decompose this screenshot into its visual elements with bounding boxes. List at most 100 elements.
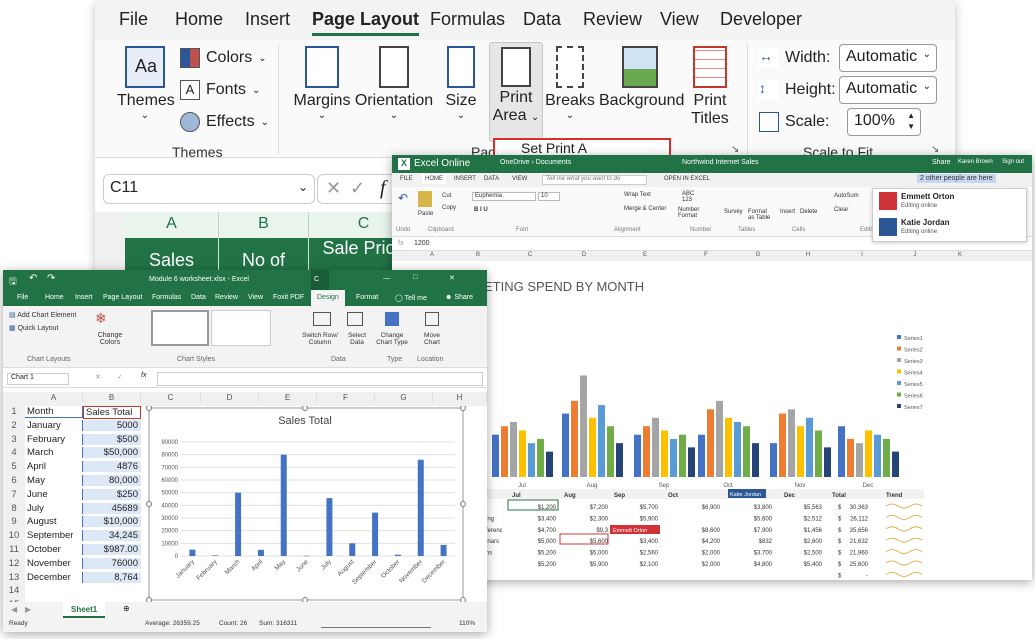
tab-file[interactable]: File (119, 9, 148, 30)
tab-data[interactable]: Data (523, 9, 561, 30)
menu-insert[interactable]: INSERT (454, 176, 476, 182)
tab-foxit-pdf[interactable]: Foxit PDF (273, 294, 304, 301)
paste-icon[interactable] (418, 191, 432, 207)
tab-developer[interactable]: Developer (720, 9, 802, 30)
column-header-h[interactable]: H (782, 252, 834, 258)
cell-month[interactable]: November (25, 557, 83, 569)
confirm-icon[interactable]: ✓ (350, 178, 365, 199)
column-header-h[interactable]: H (433, 393, 487, 402)
column-header-b[interactable]: B (219, 212, 309, 238)
cell-sales-total[interactable]: $50,000 (83, 447, 141, 459)
name-box[interactable]: Chart 1 (7, 373, 69, 385)
save-icon[interactable]: 🖫 (9, 274, 17, 290)
function-icon[interactable]: fx (141, 372, 146, 379)
font-size-select[interactable]: 10 (538, 192, 560, 201)
cell-month[interactable]: August (25, 516, 83, 528)
undo-icon[interactable]: ↶ (29, 273, 37, 284)
row-number[interactable]: 5 (3, 461, 25, 475)
tab-review[interactable]: Review (215, 294, 238, 301)
survey-button[interactable]: Survey (724, 209, 743, 215)
minimize-icon[interactable]: — (383, 275, 390, 282)
confirm-icon[interactable]: ✓ (117, 373, 123, 381)
tab-page-layout[interactable]: Page Layout (103, 294, 142, 301)
others-here-badge[interactable]: 2 other people are here (917, 174, 996, 183)
cell-month[interactable]: April (25, 461, 83, 473)
font-name-select[interactable]: Euphemia (472, 192, 536, 201)
header-cell-sales-total[interactable]: Sales Total (83, 406, 141, 419)
column-header-a[interactable]: A (25, 393, 83, 402)
column-header-i[interactable]: I (834, 252, 890, 258)
row-number[interactable]: 6 (3, 475, 25, 489)
presence-emmett[interactable]: Emmett Orton Editing online (879, 192, 1024, 214)
breaks-button[interactable]: Breaks ⌄ (545, 46, 595, 121)
row-number[interactable]: 3 (3, 433, 25, 448)
dialog-launcher-icon[interactable]: ↘ (931, 144, 939, 155)
tab-design[interactable]: Design (311, 290, 345, 306)
share-button[interactable]: ☻ Share (445, 294, 473, 301)
cell-sales-total[interactable]: 45689 (83, 502, 141, 514)
tab-view[interactable]: View (248, 294, 263, 301)
chart-style-2[interactable] (211, 310, 271, 346)
column-header-d[interactable]: D (556, 252, 612, 258)
bold-button[interactable]: B I U (474, 207, 488, 213)
column-header-c[interactable]: C (141, 393, 201, 402)
cell-month[interactable]: March (25, 447, 83, 459)
background-button[interactable]: Background (599, 46, 684, 110)
cell-sales-total[interactable]: $10,000 (83, 516, 141, 528)
number-format-button[interactable]: ABC 123 (682, 191, 694, 203)
cell-month[interactable]: May (25, 475, 83, 486)
fonts-button[interactable]: A Fonts ⌄ (180, 80, 260, 100)
add-chart-element-button[interactable]: ▤ Add Chart Element (9, 311, 76, 319)
width-dropdown[interactable]: Automatic ⌄ (839, 44, 937, 72)
print-titles-button[interactable]: Print Titles (685, 46, 735, 128)
select-all-corner[interactable] (3, 392, 25, 406)
select-all-corner[interactable] (95, 212, 125, 238)
close-icon[interactable]: ✕ (449, 274, 455, 282)
column-header-e[interactable]: E (612, 252, 678, 258)
column-header-e[interactable]: E (259, 393, 317, 402)
sign-out-link[interactable]: Sign out (1002, 159, 1024, 165)
row-number[interactable]: 13 (3, 571, 25, 586)
menu-data[interactable]: DATA (484, 176, 499, 182)
sheet-tab-sheet1[interactable]: Sheet1 (63, 602, 106, 618)
tab-formulas[interactable]: Formulas (430, 9, 505, 30)
chart-style-1[interactable] (151, 310, 209, 346)
tell-me-button[interactable]: ◯ Tell me (395, 294, 427, 302)
name-box[interactable]: C11 ⌄ (103, 174, 315, 204)
cut-button[interactable]: Cut (442, 193, 451, 199)
function-icon[interactable]: f (380, 177, 386, 200)
dialog-launcher-icon[interactable]: ↘ (731, 144, 739, 155)
move-chart-button[interactable]: Move Chart (417, 332, 447, 346)
app-name[interactable]: Excel Online (414, 158, 470, 169)
tab-formulas[interactable]: Formulas (152, 294, 181, 301)
wrap-text-button[interactable]: Wrap Text (624, 192, 651, 198)
row-number[interactable]: 4 (3, 447, 25, 462)
margins-button[interactable]: Margins ⌄ (293, 46, 351, 121)
add-sheet-icon[interactable]: ⊕ (123, 604, 130, 613)
column-header-g[interactable]: G (375, 393, 433, 402)
open-in-excel-button[interactable]: OPEN IN EXCEL (664, 176, 710, 182)
size-button[interactable]: Size ⌄ (441, 46, 481, 121)
cell-sales-total[interactable]: 8,764 (83, 571, 141, 583)
breadcrumb[interactable]: OneDrive › Documents (500, 159, 571, 166)
column-header-d[interactable]: D (201, 393, 259, 402)
cell-month[interactable]: October (25, 544, 83, 555)
user-name[interactable]: Karen Brown (958, 159, 993, 165)
row-number[interactable]: 2 (3, 419, 25, 434)
tab-data[interactable]: Data (191, 294, 206, 301)
height-dropdown[interactable]: Automatic ⌄ (839, 76, 937, 104)
row-number[interactable]: 8 (3, 502, 25, 517)
formula-value[interactable]: 1200 (414, 240, 430, 247)
cancel-icon[interactable]: ✕ (326, 178, 341, 199)
undo-icon[interactable]: ↶ (398, 191, 408, 205)
cell-month[interactable]: December (25, 571, 83, 583)
tab-insert[interactable]: Insert (245, 9, 290, 30)
cancel-icon[interactable]: ✕ (95, 373, 101, 381)
zoom-slider[interactable] (321, 620, 431, 628)
cell-sales-total[interactable]: 80,000 (83, 475, 141, 486)
column-header-a[interactable]: A (125, 212, 219, 238)
cell-sales-total[interactable]: 5000 (83, 419, 141, 431)
paste-label[interactable]: Paste (418, 211, 433, 217)
cell-sales-total[interactable]: $250 (83, 488, 141, 500)
sales-total-chart[interactable]: Sales Total01000020000300004000050000600… (145, 406, 467, 602)
